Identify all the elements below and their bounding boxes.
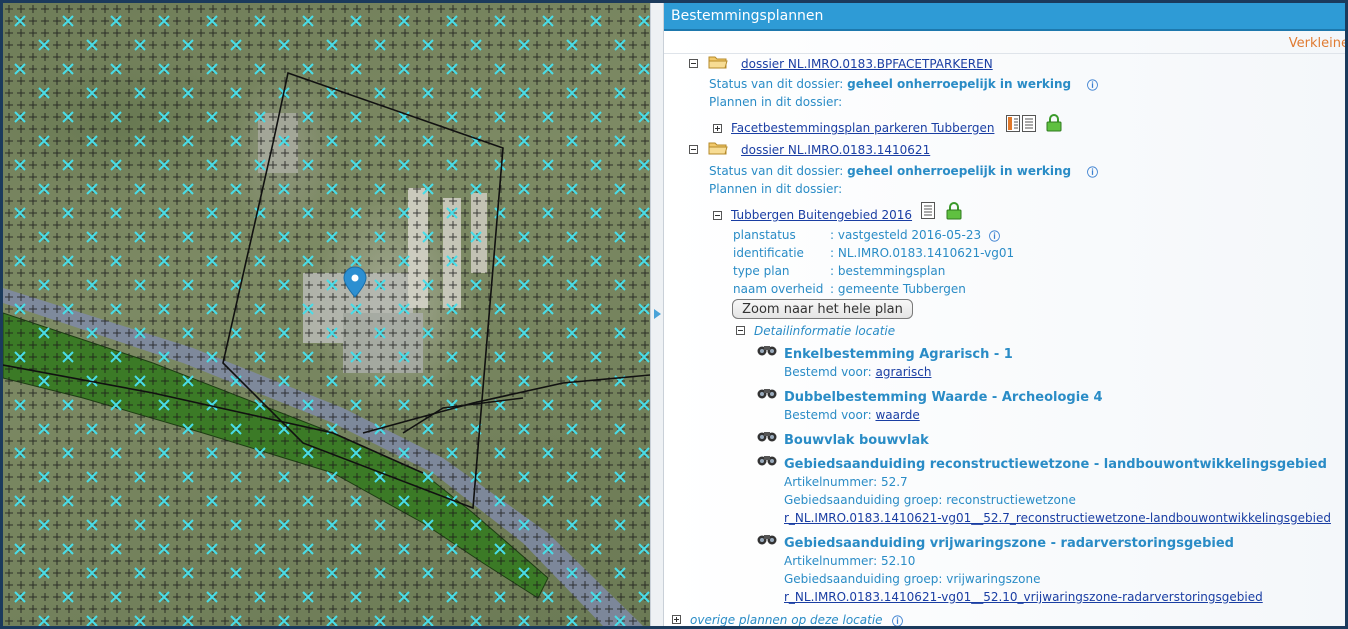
plan-link[interactable]: Tubbergen Buitengebied 2016 (731, 208, 912, 222)
detail-value: : bestemmingsplan (830, 264, 946, 278)
bestemd-label: Bestemd voor: (784, 365, 872, 379)
expand-toggle-icon[interactable] (713, 124, 722, 133)
overige-plannen-link[interactable]: overige plannen op deze locatie (690, 613, 883, 626)
feature-sub: Bestemd voor: waarde (784, 408, 920, 422)
zoom-to-plan-button[interactable]: Zoom naar het hele plan (732, 299, 913, 319)
feature-title: Gebiedsaanduiding reconstructiewetzone -… (784, 457, 1327, 472)
feature-artikel: Artikelnummer: 52.7 (784, 475, 908, 489)
dossier-status: Status van dit dossier: geheel onherroep… (709, 164, 1071, 178)
feature-sub: Bestemd voor: agrarisch (784, 365, 931, 379)
document-icon[interactable] (921, 202, 935, 219)
detail-key: naam overheid (733, 282, 824, 296)
panel-splitter[interactable] (650, 3, 664, 626)
binoculars-icon (757, 535, 777, 545)
lock-icon (1046, 114, 1062, 132)
detail-key: type plan (733, 264, 790, 278)
info-icon[interactable]: ⓘ (892, 613, 903, 626)
feature-artikel: Artikelnummer: 52.10 (784, 554, 916, 568)
folder-icon (708, 142, 728, 155)
binoculars-icon (757, 346, 777, 356)
status-value: geheel onherroepelijk in werking (847, 164, 1072, 178)
info-icon[interactable]: ⓘ (1087, 77, 1098, 93)
feature-regel-link[interactable]: r_NL.IMRO.0183.1410621-vg01__52.10_vrijw… (784, 590, 1263, 604)
bestemmingsplannen-panel: Bestemmingsplannen Verkleine dossier NL.… (664, 3, 1345, 626)
collapse-toggle-icon[interactable] (713, 211, 722, 220)
collapse-toggle-icon[interactable] (689, 145, 698, 154)
divider (664, 53, 1345, 54)
plans-label: Plannen in dit dossier: (709, 95, 843, 109)
plans-label: Plannen in dit dossier: (709, 182, 843, 196)
binoculars-icon (757, 432, 777, 442)
feature-groep: Gebiedsaanduiding groep: vrijwaringszone (784, 572, 1041, 586)
feature-groep: Gebiedsaanduiding groep: reconstructiewe… (784, 493, 1076, 507)
folder-icon (708, 56, 728, 69)
status-label: Status van dit dossier: (709, 77, 844, 91)
detail-value: : vastgesteld 2016-05-23 (830, 228, 982, 242)
detail-key: identificatie (733, 246, 804, 260)
panel-title: Bestemmingsplannen (664, 3, 1345, 31)
feature-title: Dubbelbestemming Waarde - Archeologie 4 (784, 390, 1103, 405)
document-icon[interactable] (1022, 115, 1036, 132)
plan-link[interactable]: Facetbestemmingsplan parkeren Tubbergen (731, 121, 994, 135)
detail-value: : gemeente Tubbergen (830, 282, 966, 296)
status-value: geheel onherroepelijk in werking (847, 77, 1072, 91)
dossier-link[interactable]: dossier NL.IMRO.0183.BPFACETPARKEREN (741, 57, 993, 71)
document-icon[interactable] (1006, 115, 1020, 132)
feature-title: Gebiedsaanduiding vrijwaringszone - rada… (784, 536, 1234, 551)
map-view[interactable] (3, 3, 650, 626)
binoculars-icon (757, 389, 777, 399)
dossier-status: Status van dit dossier: geheel onherroep… (709, 77, 1071, 91)
collapse-toggle-icon[interactable] (689, 59, 698, 68)
dossier-link[interactable]: dossier NL.IMRO.0183.1410621 (741, 143, 930, 157)
map-overlay (3, 3, 650, 626)
feature-title: Enkelbestemming Agrarisch - 1 (784, 347, 1013, 362)
expand-toggle-icon[interactable] (672, 615, 681, 624)
binoculars-icon (757, 456, 777, 466)
info-icon[interactable]: ⓘ (989, 228, 1000, 244)
bestemd-label: Bestemd voor: (784, 408, 872, 422)
info-icon[interactable]: ⓘ (1087, 164, 1098, 180)
bestemd-link[interactable]: waarde (875, 408, 919, 422)
detail-value: : NL.IMRO.0183.1410621-vg01 (830, 246, 1015, 260)
verkleinen-link[interactable]: Verkleine (1289, 36, 1345, 51)
detail-info-label[interactable]: Detailinformatie locatie (754, 324, 895, 338)
window-frame: Bestemmingsplannen Verkleine dossier NL.… (0, 0, 1348, 629)
collapse-toggle-icon[interactable] (736, 326, 745, 335)
feature-title: Bouwvlak bouwvlak (784, 433, 929, 448)
status-label: Status van dit dossier: (709, 164, 844, 178)
detail-key: planstatus (733, 228, 796, 242)
lock-icon (946, 202, 962, 220)
feature-regel-link[interactable]: r_NL.IMRO.0183.1410621-vg01__52.7_recons… (784, 511, 1331, 525)
bestemd-link[interactable]: agrarisch (875, 365, 931, 379)
expand-arrow-icon[interactable] (654, 309, 661, 319)
